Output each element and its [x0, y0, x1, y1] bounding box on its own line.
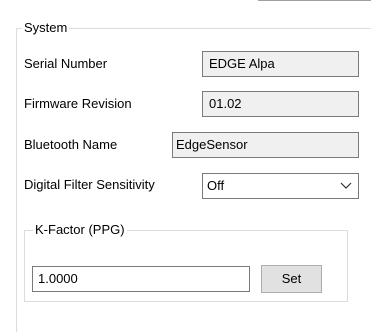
- firmware-revision-field: 01.02: [202, 91, 359, 117]
- serial-number-label: Serial Number: [24, 56, 108, 71]
- set-button[interactable]: Set: [261, 265, 322, 293]
- chevron-down-icon: [340, 182, 352, 189]
- digital-filter-label: Digital Filter Sensitivity: [24, 177, 155, 192]
- bluetooth-name-field: EdgeSensor: [172, 132, 359, 158]
- digital-filter-select[interactable]: Off: [202, 173, 359, 199]
- panel-top-edge: [258, 0, 371, 1]
- firmware-revision-label: Firmware Revision: [24, 96, 132, 111]
- kfactor-input[interactable]: 1.0000: [32, 266, 250, 292]
- bluetooth-name-label: Bluetooth Name: [24, 137, 118, 152]
- digital-filter-value: Off: [207, 178, 225, 193]
- serial-number-field: EDGE Alpa: [202, 51, 359, 77]
- system-group-title: System: [22, 20, 70, 36]
- kfactor-group-title: K-Factor (PPG): [33, 222, 127, 238]
